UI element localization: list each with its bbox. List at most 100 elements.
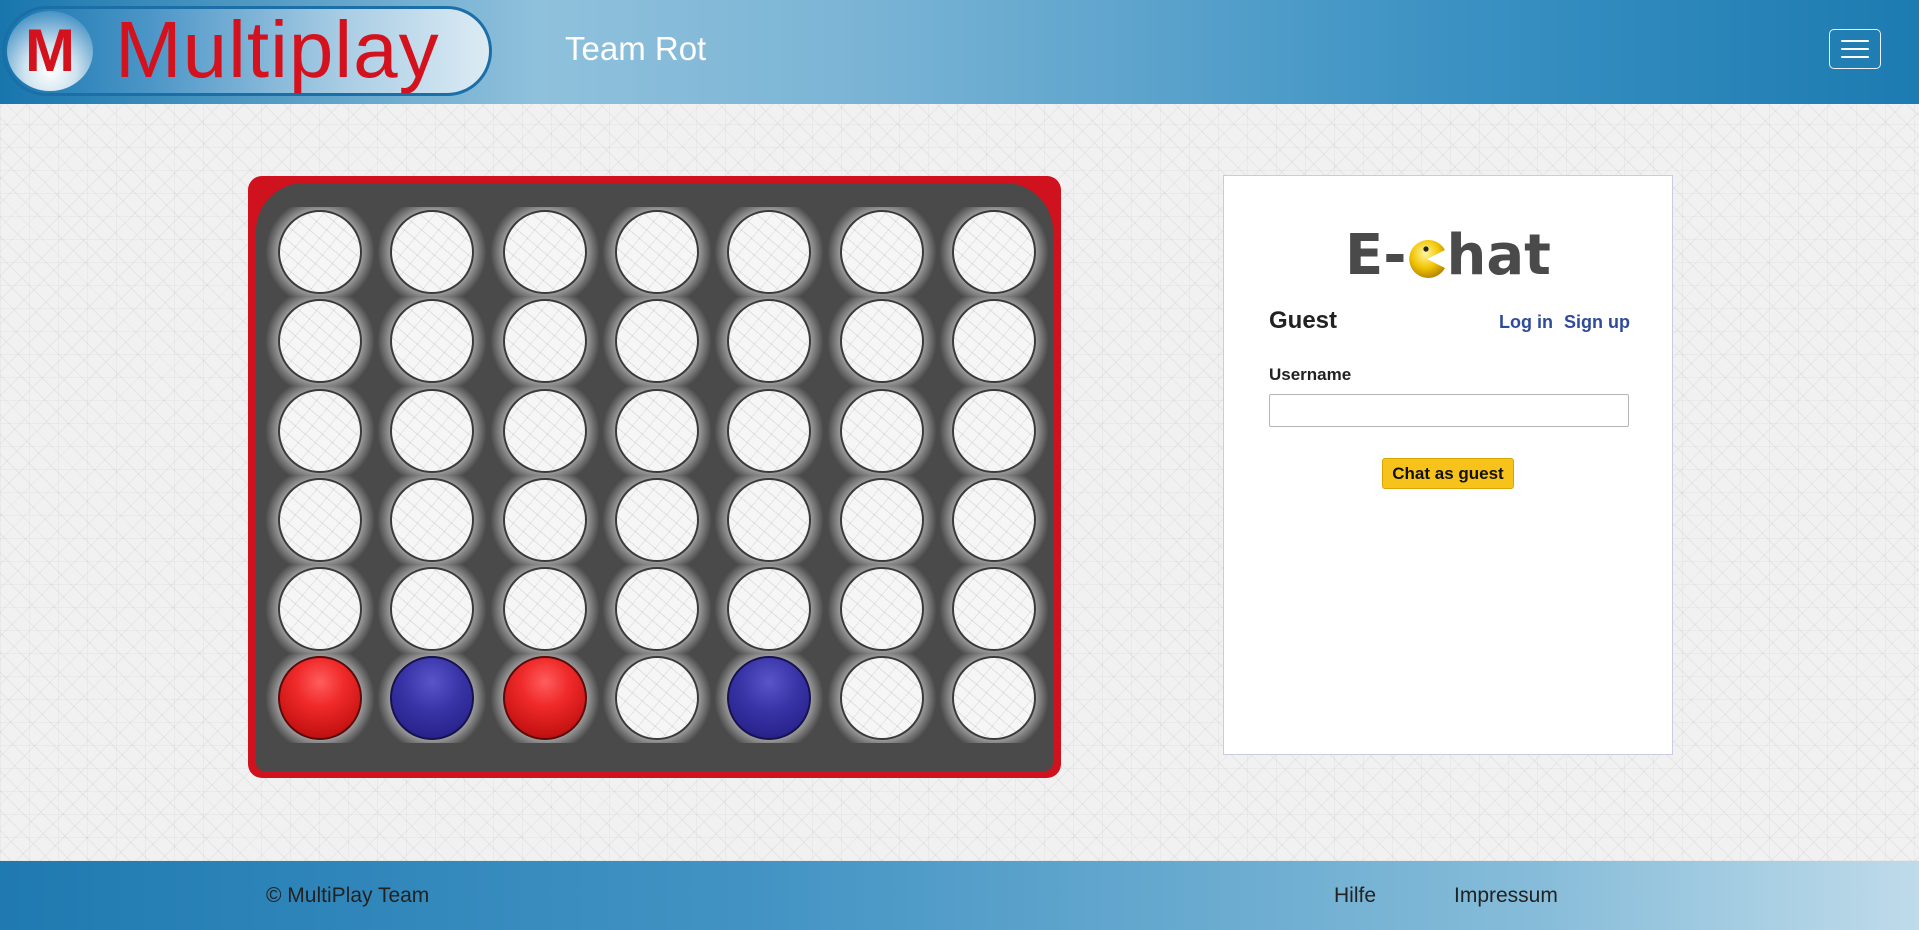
empty-slot[interactable] <box>615 299 699 383</box>
empty-slot[interactable] <box>503 567 587 651</box>
board-cell[interactable] <box>713 653 825 743</box>
board-cell[interactable] <box>938 386 1050 476</box>
empty-slot[interactable] <box>727 567 811 651</box>
empty-slot[interactable] <box>615 656 699 740</box>
board-cell[interactable] <box>713 475 825 565</box>
empty-slot[interactable] <box>952 210 1036 294</box>
empty-slot[interactable] <box>390 567 474 651</box>
echat-logo: E-hat <box>1345 226 1555 286</box>
board-cell[interactable] <box>376 207 488 297</box>
board-cell[interactable] <box>601 564 713 654</box>
empty-slot[interactable] <box>615 478 699 562</box>
empty-slot[interactable] <box>278 210 362 294</box>
board-cell[interactable] <box>264 564 376 654</box>
board-cell[interactable] <box>713 564 825 654</box>
blue-disc[interactable] <box>390 656 474 740</box>
login-link[interactable]: Log in <box>1499 312 1553 333</box>
board-cell[interactable] <box>489 564 601 654</box>
board-cell[interactable] <box>713 296 825 386</box>
logo-text: Multiplay <box>115 5 440 94</box>
board-cell[interactable] <box>264 386 376 476</box>
board-cell[interactable] <box>826 207 938 297</box>
empty-slot[interactable] <box>503 210 587 294</box>
board-cell[interactable] <box>938 653 1050 743</box>
board-cell[interactable] <box>489 653 601 743</box>
empty-slot[interactable] <box>615 567 699 651</box>
empty-slot[interactable] <box>952 478 1036 562</box>
red-disc[interactable] <box>503 656 587 740</box>
footer: © MultiPlay Team Hilfe Impressum <box>0 861 1919 930</box>
board-cell[interactable] <box>376 475 488 565</box>
board-cell[interactable] <box>713 207 825 297</box>
empty-slot[interactable] <box>615 389 699 473</box>
blue-disc[interactable] <box>727 656 811 740</box>
board-cell[interactable] <box>264 207 376 297</box>
hamburger-menu-button[interactable] <box>1829 29 1881 69</box>
board-cell[interactable] <box>601 475 713 565</box>
empty-slot[interactable] <box>503 389 587 473</box>
multiplay-logo[interactable]: M Multiplay <box>2 5 492 96</box>
empty-slot[interactable] <box>727 299 811 383</box>
empty-slot[interactable] <box>503 299 587 383</box>
empty-slot[interactable] <box>390 389 474 473</box>
connect-four-board-frame <box>248 176 1061 778</box>
board-cell[interactable] <box>601 207 713 297</box>
board-cell[interactable] <box>376 653 488 743</box>
echat-logo-prefix: E- <box>1345 223 1407 288</box>
board-cell[interactable] <box>826 564 938 654</box>
board-cell[interactable] <box>376 564 488 654</box>
board-cell[interactable] <box>601 386 713 476</box>
empty-slot[interactable] <box>503 478 587 562</box>
board-cell[interactable] <box>264 296 376 386</box>
footer-link-impressum[interactable]: Impressum <box>1454 884 1558 908</box>
board-cell[interactable] <box>489 296 601 386</box>
hamburger-menu-icon <box>1841 40 1869 42</box>
empty-slot[interactable] <box>840 656 924 740</box>
empty-slot[interactable] <box>278 299 362 383</box>
empty-slot[interactable] <box>840 389 924 473</box>
board-cell[interactable] <box>826 386 938 476</box>
board-cell[interactable] <box>713 386 825 476</box>
pacman-icon <box>1408 239 1445 278</box>
empty-slot[interactable] <box>952 656 1036 740</box>
board-cell[interactable] <box>826 475 938 565</box>
board-cell[interactable] <box>489 386 601 476</box>
empty-slot[interactable] <box>390 299 474 383</box>
empty-slot[interactable] <box>840 299 924 383</box>
empty-slot[interactable] <box>840 210 924 294</box>
board-cell[interactable] <box>938 296 1050 386</box>
empty-slot[interactable] <box>952 567 1036 651</box>
board-cell[interactable] <box>264 475 376 565</box>
board-cell[interactable] <box>489 475 601 565</box>
empty-slot[interactable] <box>952 389 1036 473</box>
username-input[interactable] <box>1269 394 1629 427</box>
empty-slot[interactable] <box>278 567 362 651</box>
board-cell[interactable] <box>826 653 938 743</box>
empty-slot[interactable] <box>727 478 811 562</box>
footer-link-hilfe[interactable]: Hilfe <box>1334 884 1376 908</box>
board-cell[interactable] <box>938 207 1050 297</box>
board-cell[interactable] <box>938 475 1050 565</box>
empty-slot[interactable] <box>840 567 924 651</box>
empty-slot[interactable] <box>840 478 924 562</box>
header: M Multiplay Team Rot <box>0 0 1919 104</box>
empty-slot[interactable] <box>952 299 1036 383</box>
signup-link[interactable]: Sign up <box>1564 312 1630 333</box>
board-cell[interactable] <box>601 296 713 386</box>
empty-slot[interactable] <box>727 210 811 294</box>
board-cell[interactable] <box>601 653 713 743</box>
board-cell[interactable] <box>489 207 601 297</box>
empty-slot[interactable] <box>390 210 474 294</box>
empty-slot[interactable] <box>615 210 699 294</box>
board-cell[interactable] <box>938 564 1050 654</box>
empty-slot[interactable] <box>278 478 362 562</box>
board-cell[interactable] <box>376 386 488 476</box>
board-cell[interactable] <box>264 653 376 743</box>
board-cell[interactable] <box>826 296 938 386</box>
board-cell[interactable] <box>376 296 488 386</box>
chat-as-guest-button[interactable]: Chat as guest <box>1382 458 1514 489</box>
empty-slot[interactable] <box>727 389 811 473</box>
empty-slot[interactable] <box>278 389 362 473</box>
red-disc[interactable] <box>278 656 362 740</box>
empty-slot[interactable] <box>390 478 474 562</box>
